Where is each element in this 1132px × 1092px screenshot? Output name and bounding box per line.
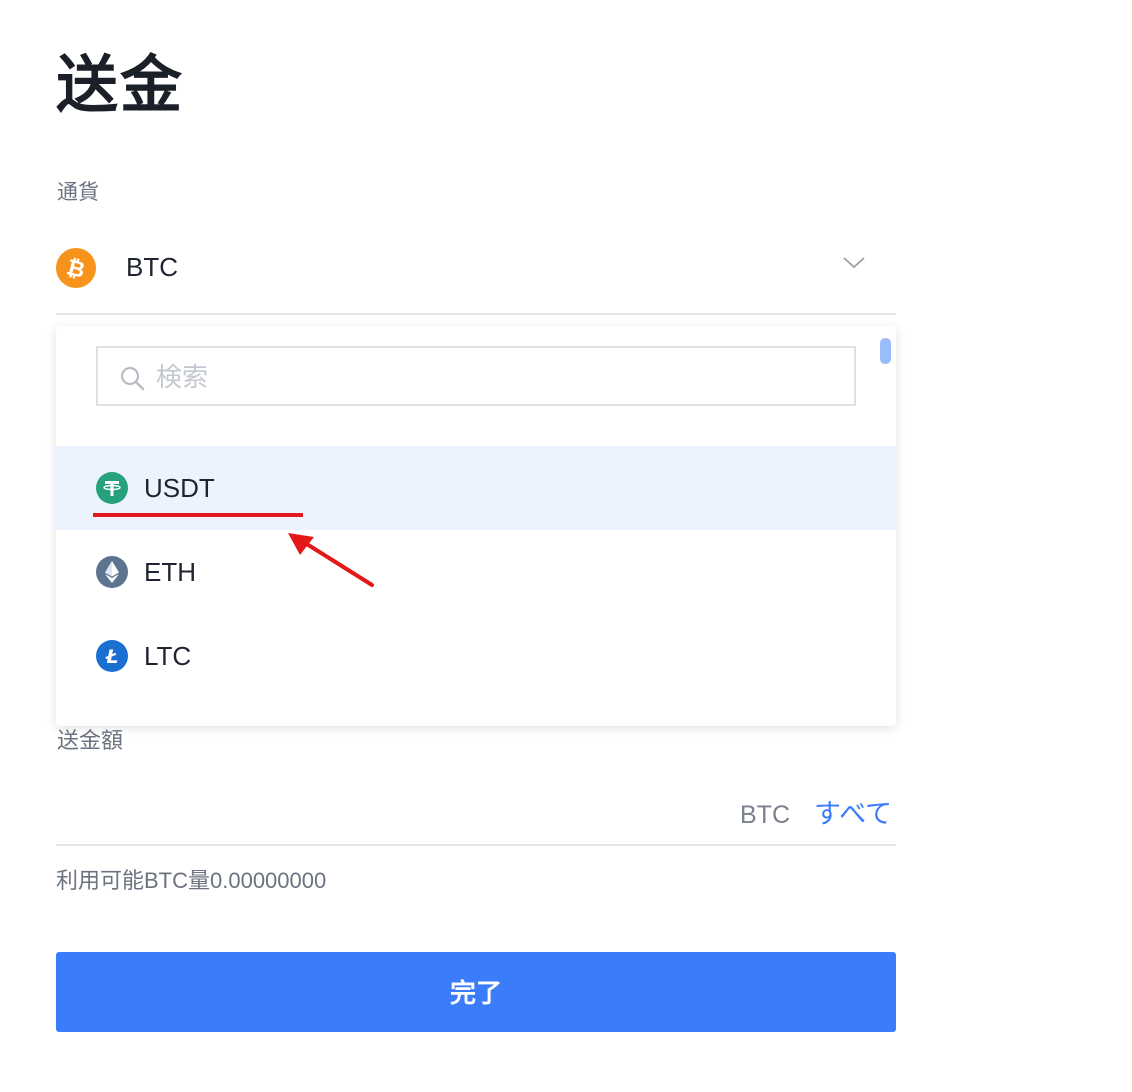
done-button[interactable]: 完了 — [56, 952, 896, 1032]
option-label: ETH — [144, 557, 196, 587]
amount-unit: BTC — [740, 801, 790, 829]
search-input[interactable]: 検索 — [96, 346, 856, 406]
tether-icon — [96, 472, 128, 504]
option-label: LTC — [144, 641, 192, 671]
bitcoin-icon: ₿ — [56, 248, 96, 288]
selected-currency-value: BTC — [126, 252, 178, 282]
currency-dropdown: 検索 USDT ETH Ł LTC — [56, 326, 896, 726]
option-eth[interactable]: ETH — [56, 530, 896, 614]
chevron-down-icon[interactable] — [842, 254, 866, 275]
annotation-arrow-icon — [280, 525, 380, 600]
available-balance: 利用可能BTC量0.00000000 — [56, 868, 327, 893]
currency-label: 通貨 — [57, 181, 99, 204]
option-label: USDT — [144, 473, 215, 503]
search-placeholder: 検索 — [156, 362, 209, 392]
send-all-link[interactable]: すべて — [814, 798, 892, 830]
option-ltc[interactable]: Ł LTC — [56, 614, 896, 698]
litecoin-icon: Ł — [96, 640, 128, 672]
search-icon — [120, 366, 146, 397]
scrollbar-thumb[interactable] — [880, 338, 891, 364]
currency-select[interactable]: ₿ BTC — [56, 240, 896, 315]
svg-text:₿: ₿ — [64, 255, 87, 284]
annotation-underline — [93, 513, 303, 517]
option-usdt[interactable]: USDT — [56, 446, 896, 530]
amount-input[interactable]: BTC すべて — [56, 786, 896, 846]
page-title: 送金 — [56, 51, 185, 120]
svg-text:Ł: Ł — [105, 646, 119, 668]
amount-label: 送金額 — [57, 728, 124, 753]
ethereum-icon — [96, 556, 128, 588]
